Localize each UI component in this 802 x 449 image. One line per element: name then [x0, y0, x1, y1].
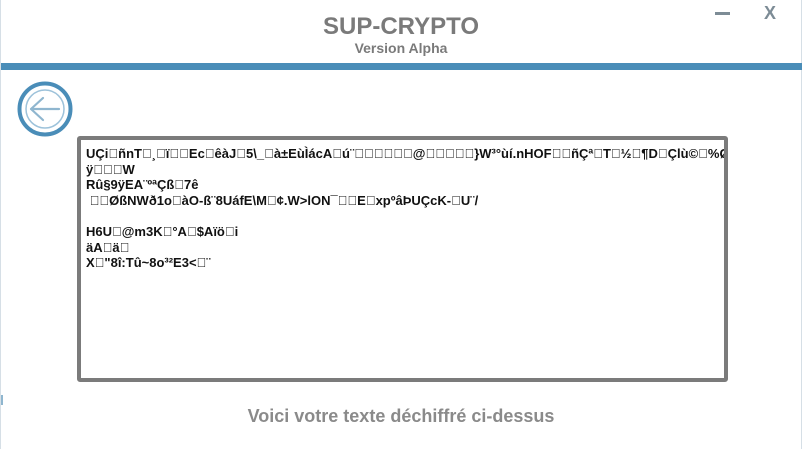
- deciphered-text: UÇi ñnT ¸ ï  Ec êàJ 5\_ à±EùÌácA ú¨     …: [86, 146, 728, 271]
- app-title: SUP-CRYPTO: [322, 13, 480, 40]
- result-caption: Voici votre texte déchiffré ci-dessus: [247, 406, 555, 426]
- header-divider: [1, 63, 802, 70]
- window-edge-marker: [1, 395, 3, 405]
- app-subtitle: Version Alpha: [354, 40, 448, 56]
- minimize-icon: [715, 12, 730, 15]
- minimize-button[interactable]: [711, 2, 735, 26]
- back-button[interactable]: [17, 81, 73, 137]
- deciphered-text-area[interactable]: UÇi ñnT ¸ ï  Ec êàJ 5\_ à±EùÌácA ú¨     …: [77, 136, 728, 382]
- close-button[interactable]: X: [758, 2, 782, 26]
- app-window: SUP-CRYPTO Version Alpha X UÇi ñnT ¸ ï  …: [0, 0, 802, 449]
- arrow-left-icon: [17, 81, 73, 137]
